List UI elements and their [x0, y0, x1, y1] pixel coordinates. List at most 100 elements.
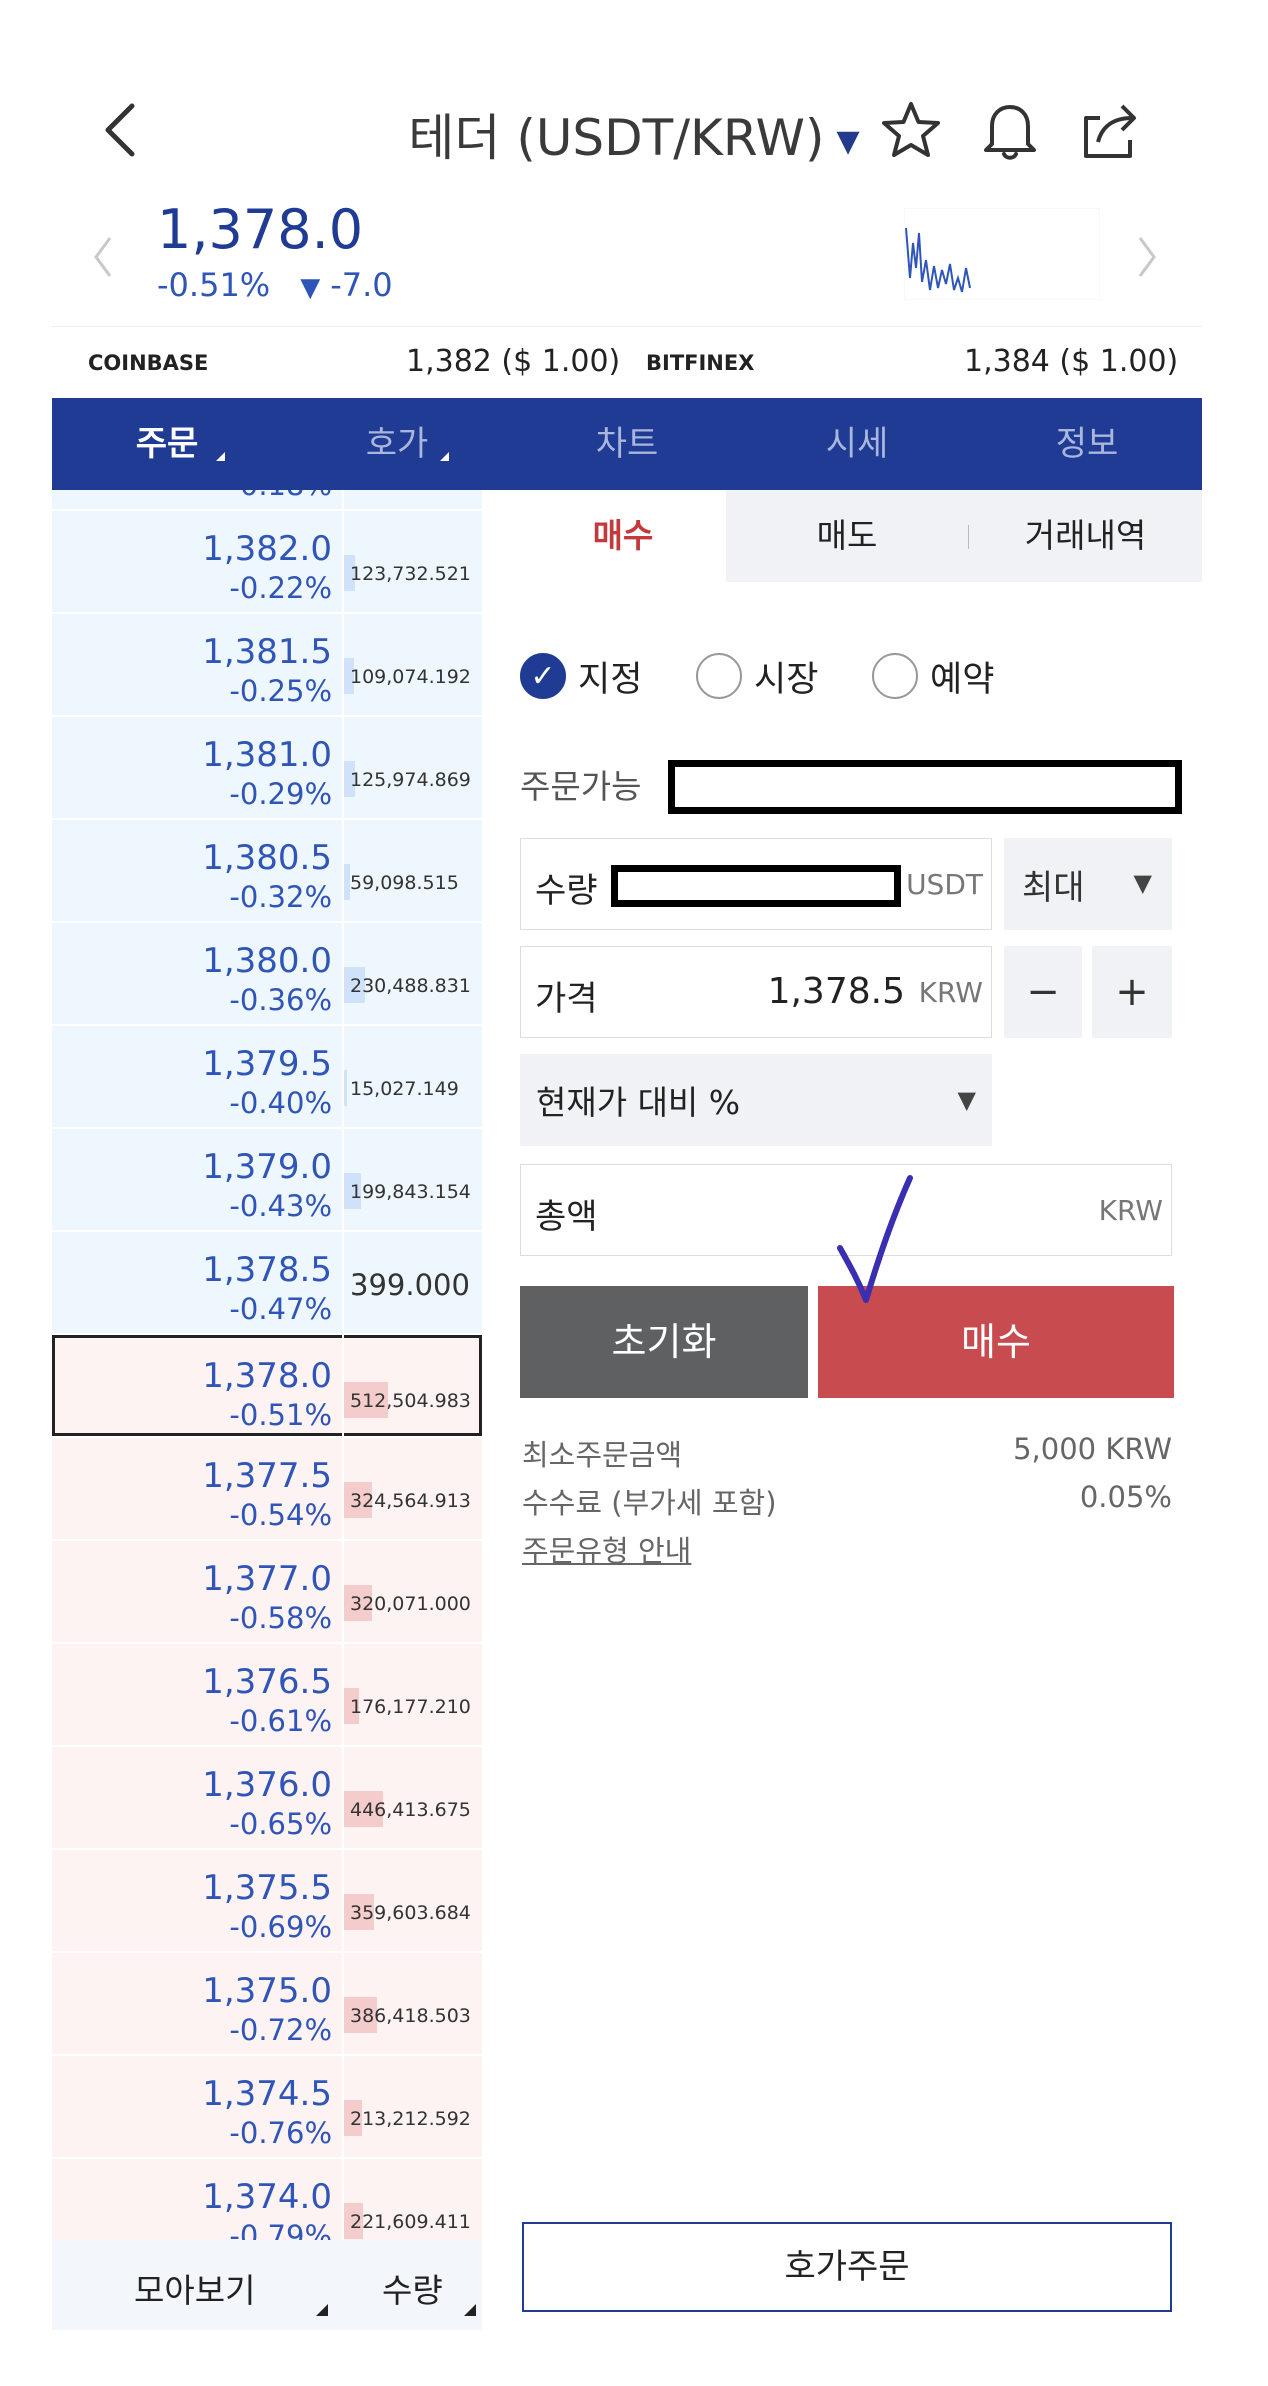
order-book-row[interactable]: 1,377.0 -0.58% 320,071.000 — [52, 1541, 482, 1644]
radio-market[interactable]: 시장 — [696, 648, 818, 704]
tab-orderbook[interactable]: 호가 — [282, 398, 512, 490]
radio-limit[interactable]: ✓ 지정 — [520, 648, 642, 704]
row-volume: 230,488.831 — [350, 975, 471, 997]
volume-cell[interactable]: 109,074.192 — [344, 614, 482, 715]
volume-cell[interactable]: 324,564.913 — [344, 1438, 482, 1539]
tab-label: 정보 — [1055, 424, 1119, 464]
price-cell[interactable]: 1,379.5 -0.40% — [52, 1026, 342, 1127]
exchange-price: 1,384 ($ 1.00) — [964, 344, 1179, 379]
price-cell[interactable]: 1,377.0 -0.58% — [52, 1541, 342, 1642]
price-input-value[interactable]: 1,378.5 — [768, 971, 905, 1012]
group-view-button[interactable]: 모아보기 — [134, 2264, 255, 2312]
volume-cell[interactable]: 512,504.983 — [344, 1335, 482, 1436]
order-book-row[interactable]: 1,382.0 -0.22% 123,732.521 — [52, 511, 482, 614]
volume-cell[interactable]: 125,974.869 — [344, 717, 482, 818]
star-icon[interactable] — [880, 100, 942, 160]
order-book-row[interactable]: 1,378.5 -0.47% 399.000 — [52, 1232, 482, 1335]
max-dropdown[interactable]: 최대 ▼ — [1004, 838, 1172, 930]
reset-button[interactable]: 초기화 — [520, 1286, 808, 1398]
price-cell[interactable]: 1,379.0 -0.43% — [52, 1129, 342, 1230]
tab-buy[interactable]: 매수 — [520, 490, 726, 582]
order-book-row[interactable]: 1,375.5 -0.69% 359,603.684 — [52, 1850, 482, 1953]
price-cell[interactable]: 1,377.5 -0.54% — [52, 1438, 342, 1539]
price-cell[interactable]: 1,374.0 -0.79% — [52, 2159, 342, 2240]
price-cell[interactable]: 1,374.5 -0.76% — [52, 2056, 342, 2157]
order-book-row[interactable]: 1,381.0 -0.29% 125,974.869 — [52, 717, 482, 820]
volume-cell[interactable]: 123,732.521 — [344, 511, 482, 612]
price-cell[interactable]: 1,381.0 -0.29% — [52, 717, 342, 818]
volume-cell[interactable]: 399.000 — [344, 1232, 482, 1333]
volume-cell[interactable]: 221,609.411 — [344, 2159, 482, 2240]
tab-order[interactable]: 주문 — [52, 398, 282, 490]
volume-cell[interactable]: 320,071.000 — [344, 1541, 482, 1642]
volume-cell[interactable]: 230,488.831 — [344, 923, 482, 1024]
tab-label: 차트 — [595, 424, 659, 464]
price-field[interactable]: 가격 1,378.5 KRW — [520, 946, 992, 1038]
row-percent: -0.36% — [229, 983, 332, 1017]
volume-cell[interactable]: 446,413.675 — [344, 1747, 482, 1848]
order-book-row[interactable]: 1,379.5 -0.40% 15,027.149 — [52, 1026, 482, 1129]
redacted-quantity — [611, 865, 901, 907]
volume-cell[interactable]: 15,027.149 — [344, 1026, 482, 1127]
price-cell[interactable]: 1,380.5 -0.32% — [52, 820, 342, 921]
order-book-row[interactable]: 1,379.0 -0.43% 199,843.154 — [52, 1129, 482, 1232]
order-book-row[interactable]: 1,381.5 -0.25% 109,074.192 — [52, 614, 482, 717]
tab-market-price[interactable]: 시세 — [742, 398, 972, 490]
tab-sell[interactable]: 매도 — [726, 490, 968, 582]
chevron-left-icon[interactable] — [88, 232, 118, 282]
radio-reserve[interactable]: 예약 — [872, 648, 994, 704]
price-cell[interactable]: 1,378.5 -0.47% — [52, 1232, 342, 1333]
volume-cell[interactable]: 213,212.592 — [344, 2056, 482, 2157]
row-price: 1,377.5 — [202, 1456, 332, 1496]
price-cell[interactable]: 1,378.0 -0.51% — [52, 1335, 342, 1436]
tab-info[interactable]: 정보 — [972, 398, 1202, 490]
order-type-guide-link[interactable]: 주문유형 안내 — [522, 1528, 691, 1570]
page-title[interactable]: 테더 (USDT/KRW) — [408, 109, 824, 167]
volume-cell[interactable]: 386,418.503 — [344, 1953, 482, 2054]
quantity-field[interactable]: 수량 USDT — [520, 838, 992, 930]
field-unit: KRW — [918, 976, 983, 1009]
price-cell[interactable]: 1,376.0 -0.65% — [52, 1747, 342, 1848]
quantity-toggle-button[interactable]: 수량 — [382, 2264, 443, 2312]
price-cell[interactable]: 1,381.5 -0.25% — [52, 614, 342, 715]
row-volume: 15,027.149 — [350, 1078, 459, 1100]
volume-cell[interactable]: 359,603.684 — [344, 1850, 482, 1951]
row-percent: -0.58% — [229, 1601, 332, 1635]
price-cell[interactable]: 1,380.0 -0.36% — [52, 923, 342, 1024]
orderbook-order-button[interactable]: 호가주문 — [522, 2222, 1172, 2312]
decrease-price-button[interactable]: − — [1004, 946, 1082, 1038]
row-volume: 125,974.869 — [350, 769, 471, 791]
order-book-row[interactable]: 1,376.5 -0.61% 176,177.210 — [52, 1644, 482, 1747]
price-cell[interactable]: 1,376.5 -0.61% — [52, 1644, 342, 1745]
increase-price-button[interactable]: + — [1092, 946, 1172, 1038]
tab-history[interactable]: 거래내역 — [969, 490, 1202, 582]
mini-chart[interactable] — [904, 208, 1100, 300]
order-book-row-current[interactable]: 1,378.0 -0.51% 512,504.983 — [52, 1335, 482, 1438]
percent-select[interactable]: 현재가 대비 % ▼ — [520, 1054, 992, 1146]
row-price: 1,380.0 — [202, 941, 332, 981]
order-book-row[interactable]: 1,374.5 -0.76% 213,212.592 — [52, 2056, 482, 2159]
caret-down-icon[interactable]: ▼ — [837, 124, 860, 159]
coin-selector[interactable]: 테더 (USDT/KRW) ▼ — [0, 98, 1268, 170]
chevron-right-icon[interactable] — [1132, 232, 1162, 282]
order-book-row[interactable]: 1,375.0 -0.72% 386,418.503 — [52, 1953, 482, 2056]
order-book-row[interactable]: 1,380.0 -0.36% 230,488.831 — [52, 923, 482, 1026]
volume-cell[interactable]: 176,177.210 — [344, 1644, 482, 1745]
current-price: 1,378.0 — [157, 198, 364, 261]
price-cell[interactable]: 1,382.0 -0.22% — [52, 511, 342, 612]
volume-cell[interactable]: 199,843.154 — [344, 1129, 482, 1230]
bell-icon[interactable] — [980, 98, 1040, 162]
row-percent: -0.65% — [229, 1807, 332, 1841]
row-percent: -0.69% — [229, 1910, 332, 1944]
price-cell[interactable]: 1,375.5 -0.69% — [52, 1850, 342, 1951]
share-icon[interactable] — [1080, 98, 1142, 162]
row-price: 1,381.0 — [202, 735, 332, 775]
checkmark-annotation — [837, 1175, 913, 1303]
tab-chart[interactable]: 차트 — [512, 398, 742, 490]
price-cell[interactable]: 1,375.0 -0.72% — [52, 1953, 342, 2054]
volume-cell[interactable]: 59,098.515 — [344, 820, 482, 921]
order-book-row[interactable]: 1,376.0 -0.65% 446,413.675 — [52, 1747, 482, 1850]
order-book-row[interactable]: 1,377.5 -0.54% 324,564.913 — [52, 1438, 482, 1541]
order-book-row[interactable]: 1,374.0 -0.79% 221,609.411 — [52, 2159, 482, 2240]
order-book-row[interactable]: 1,380.5 -0.32% 59,098.515 — [52, 820, 482, 923]
